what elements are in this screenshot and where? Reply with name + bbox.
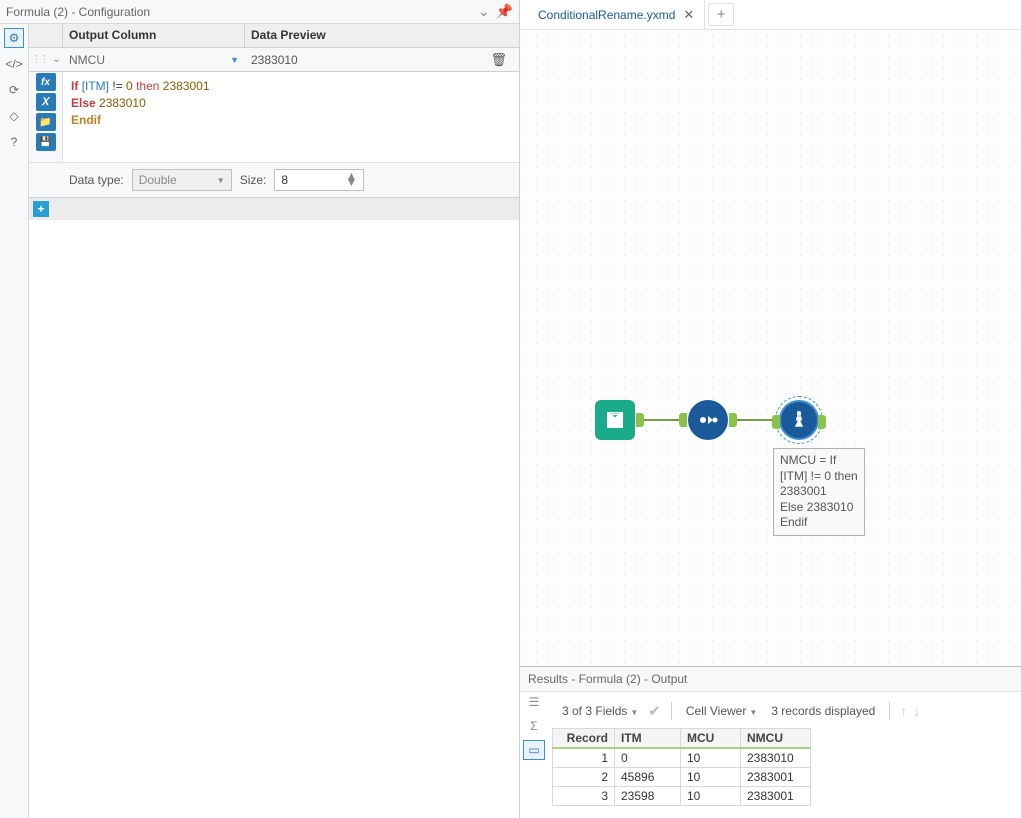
preview-value: 2383010 xyxy=(251,53,298,67)
output-column-header: Output Column xyxy=(63,24,245,47)
input-tool-node[interactable] xyxy=(595,400,635,440)
table-header: Output Column Data Preview xyxy=(29,24,519,48)
arrow-up-icon[interactable]: ↑ xyxy=(900,703,907,719)
panel-title: Formula (2) - Configuration xyxy=(6,5,478,19)
add-expression-button[interactable]: + xyxy=(33,201,49,217)
size-input[interactable]: 8 ▲▼ xyxy=(274,169,364,191)
connector[interactable] xyxy=(735,419,772,421)
formula-row: ⋮⋮ ⌄ NMCU ▼ 2383010 🗑 xyxy=(29,48,519,72)
drag-handle-icon[interactable]: ⋮⋮ xyxy=(31,54,47,65)
results-panel: Results - Formula (2) - Output ☰ Σ ▭ 3 o… xyxy=(520,666,1021,818)
connector[interactable] xyxy=(642,419,681,421)
workflow-tab[interactable]: ConditionalRename.yxmd ✕ xyxy=(528,0,705,29)
output-field-select[interactable]: NMCU ▼ xyxy=(63,53,245,67)
size-label: Size: xyxy=(240,173,267,187)
collapse-icon[interactable]: ⌄ xyxy=(52,54,60,65)
cell-viewer-dropdown[interactable]: Cell Viewer▼ xyxy=(682,702,761,720)
pin-icon[interactable]: 📌 xyxy=(496,3,513,20)
configuration-panel: Formula (2) - Configuration ⌄ 📌 ⚙ </> ⟳ … xyxy=(0,0,520,818)
config-icon[interactable]: ⚙ xyxy=(4,28,24,48)
sigma-icon[interactable]: Σ xyxy=(523,716,545,736)
data-preview-header: Data Preview xyxy=(245,24,519,47)
formula-annotation: NMCU = If [ITM] != 0 then 2383001 Else 2… xyxy=(773,448,865,536)
results-table: Record ITM MCU NMCU 1 0 10 2383010 2 458… xyxy=(552,728,811,806)
size-value: 8 xyxy=(281,173,288,187)
tag-icon[interactable]: ◇ xyxy=(4,106,24,126)
datatype-label: Data type: xyxy=(69,173,124,187)
datatype-value: Double xyxy=(139,173,177,187)
right-side: ConditionalRename.yxmd ✕ + NMCU = If [IT… xyxy=(520,0,1021,818)
spin-down-icon[interactable]: ▼ xyxy=(346,179,358,185)
refresh-icon[interactable]: ⟳ xyxy=(4,80,24,100)
dropdown-icon: ▼ xyxy=(217,176,225,185)
data-view-icon[interactable]: ▭ xyxy=(523,740,545,760)
chevron-down-icon[interactable]: ⌄ xyxy=(478,3,490,20)
datatype-row: Data type: Double ▼ Size: 8 ▲▼ xyxy=(29,162,519,197)
tab-label: ConditionalRename.yxmd xyxy=(538,8,675,22)
new-tab-button[interactable]: + xyxy=(708,3,734,26)
panel-header: Formula (2) - Configuration ⌄ 📌 xyxy=(0,0,519,24)
check-icon[interactable]: ✔ xyxy=(648,702,661,720)
col-record[interactable]: Record xyxy=(553,729,615,749)
table-row[interactable]: 2 45896 10 2383001 xyxy=(553,768,811,787)
results-toolbar: 3 of 3 Fields▼ ✔ Cell Viewer▼ 3 records … xyxy=(552,696,1013,726)
results-title: Results - Formula (2) - Output xyxy=(520,667,1021,692)
arrow-down-icon[interactable]: ↓ xyxy=(913,703,920,719)
list-view-icon[interactable]: ☰ xyxy=(523,692,545,712)
col-nmcu[interactable]: NMCU xyxy=(741,729,811,749)
expression-area: fx 𝑋 📁 💾 If [ITM] != 0 then 2383001 Else… xyxy=(29,72,519,162)
folder-icon[interactable]: 📁 xyxy=(36,113,56,131)
variable-icon[interactable]: 𝑋 xyxy=(36,93,56,111)
col-itm[interactable]: ITM xyxy=(615,729,681,749)
workflow-canvas[interactable]: NMCU = If [ITM] != 0 then 2383001 Else 2… xyxy=(520,30,1021,666)
fx-icon[interactable]: fx xyxy=(36,73,56,91)
config-sidebar: ⚙ </> ⟳ ◇ ? xyxy=(0,24,28,818)
delete-icon[interactable]: 🗑 xyxy=(490,52,507,68)
formula-tool-node[interactable] xyxy=(779,400,819,440)
save-icon[interactable]: 💾 xyxy=(36,133,56,151)
help-icon[interactable]: ? xyxy=(4,132,24,152)
expression-editor[interactable]: If [ITM] != 0 then 2383001 Else 2383010 … xyxy=(63,72,519,162)
datatype-select[interactable]: Double ▼ xyxy=(132,169,232,191)
xml-icon[interactable]: </> xyxy=(4,54,24,74)
col-mcu[interactable]: MCU xyxy=(681,729,741,749)
records-label: 3 records displayed xyxy=(767,702,879,720)
close-icon[interactable]: ✕ xyxy=(683,7,694,23)
output-field-value: NMCU xyxy=(69,53,105,67)
select-tool-node[interactable] xyxy=(688,400,728,440)
table-row[interactable]: 1 0 10 2383010 xyxy=(553,748,811,768)
fields-dropdown[interactable]: 3 of 3 Fields▼ xyxy=(558,702,642,720)
config-main: Output Column Data Preview ⋮⋮ ⌄ NMCU ▼ 2… xyxy=(28,24,519,818)
table-row[interactable]: 3 23598 10 2383001 xyxy=(553,787,811,806)
tab-bar: ConditionalRename.yxmd ✕ + xyxy=(520,0,1021,30)
dropdown-icon: ▼ xyxy=(230,55,239,65)
